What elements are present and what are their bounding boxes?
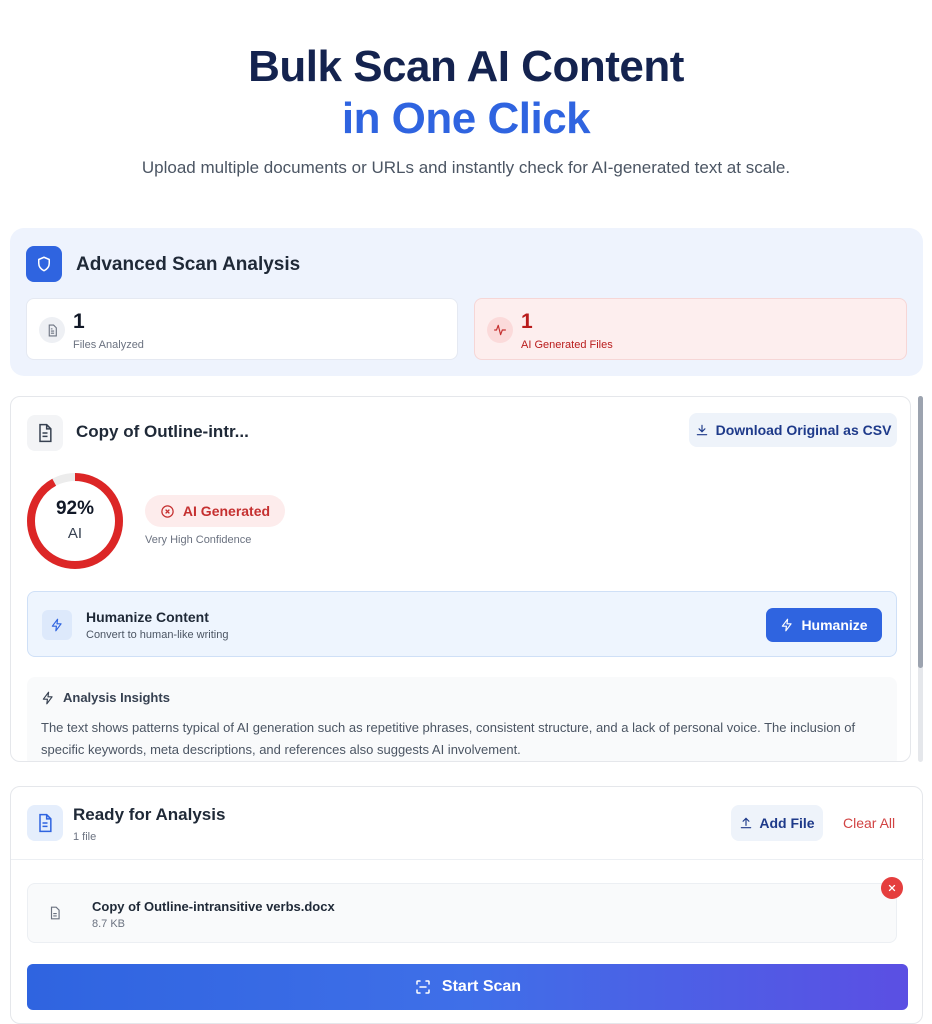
insights-title: Analysis Insights [63,690,170,705]
document-title: Copy of Outline-intr... [76,422,249,441]
add-file-label: Add File [759,815,815,831]
start-scan-button[interactable]: Start Scan [27,964,908,1010]
start-scan-label: Start Scan [441,978,522,995]
bolt-icon [42,610,72,640]
remove-file-button[interactable] [881,877,903,899]
humanize-subtitle: Convert to human-like writing [86,629,229,641]
file-size: 8.7 KB [92,918,126,930]
humanize-button-label: Humanize [801,617,868,633]
download-icon [696,424,707,436]
humanize-button[interactable]: Humanize [766,608,882,642]
divider [11,859,924,860]
ai-score-ring [27,473,123,569]
ai-generated-value: 1 [521,310,533,333]
activity-icon [487,317,513,343]
advanced-scan-title: Advanced Scan Analysis [76,254,301,275]
humanize-panel: Humanize Content Convert to human-like w… [27,591,897,657]
document-icon [39,317,65,343]
ai-generated-label: AI Generated Files [521,339,613,351]
ai-score-label: AI [67,525,83,542]
scan-result-card: Copy of Outline-intr... Download Origina… [10,396,911,762]
close-icon [888,884,896,892]
confidence-label: Very High Confidence [145,534,252,546]
hero-title-line1: Bulk Scan AI Content [248,42,684,91]
hero-subtitle: Upload multiple documents or URLs and in… [141,158,791,177]
document-icon [27,805,63,841]
advanced-scan-panel: Advanced Scan Analysis 1 Files Analyzed … [10,228,923,376]
files-analyzed-value: 1 [73,310,85,333]
insights-text: The text shows patterns typical of AI ge… [41,720,856,757]
x-circle-icon [161,504,174,518]
analysis-insights: Analysis Insights The text shows pattern… [27,677,897,761]
document-icon [50,906,60,920]
upload-icon [741,817,752,829]
ai-generated-badge: AI Generated [145,495,285,527]
document-icon [27,415,63,451]
clear-all-button[interactable]: Clear All [843,815,895,831]
files-analyzed-card: 1 Files Analyzed [26,298,458,360]
scrollbar-thumb[interactable] [918,396,923,668]
ai-generated-card: 1 AI Generated Files [474,298,907,360]
file-name: Copy of Outline-intransitive verbs.docx [92,899,335,914]
ready-for-analysis-card: Ready for Analysis 1 file Add File Clear… [10,786,924,1024]
humanize-title: Humanize Content [86,609,209,625]
ready-title: Ready for Analysis [73,805,226,824]
bolt-icon [42,691,53,704]
download-csv-button[interactable]: Download Original as CSV [689,413,897,447]
download-csv-label: Download Original as CSV [715,422,892,438]
file-list-item: Copy of Outline-intransitive verbs.docx … [27,883,897,943]
verdict-label: AI Generated [182,503,271,519]
hero-title-line2: in One Click [341,94,591,143]
scan-icon [416,980,430,994]
files-analyzed-label: Files Analyzed [73,339,144,351]
ready-file-count: 1 file [73,831,97,843]
ai-score-percent: 92% [55,498,95,519]
bolt-icon [782,618,793,632]
add-file-button[interactable]: Add File [731,805,823,841]
shield-icon [26,246,62,282]
insights-header: Analysis Insights [41,690,170,705]
result-scrollbar[interactable] [918,396,923,762]
